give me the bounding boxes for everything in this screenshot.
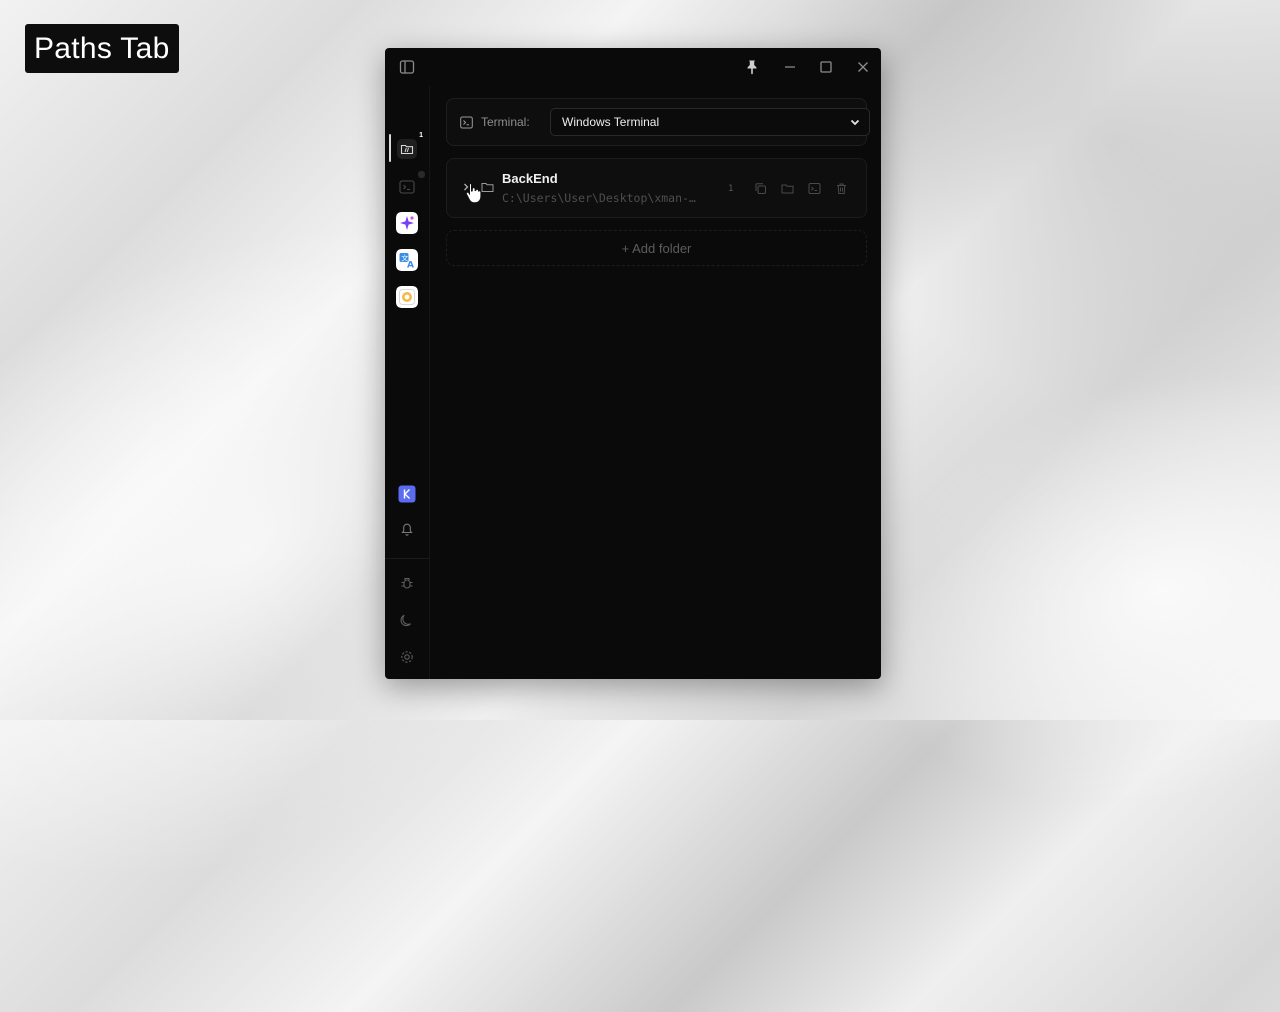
bug-icon xyxy=(401,577,413,589)
video-caption: Paths Tab xyxy=(25,24,179,73)
terminal-label: Terminal: xyxy=(481,115,530,129)
terminal-prompt-icon xyxy=(460,116,473,129)
folder-item[interactable]: BackEnd C:\Users\User\Desktop\xman-… 1 xyxy=(446,158,867,218)
folder-icon xyxy=(481,181,494,193)
rail-item-settings[interactable] xyxy=(396,646,418,668)
active-indicator xyxy=(389,134,391,162)
moon-icon xyxy=(400,614,411,627)
open-folder-icon[interactable] xyxy=(781,182,794,195)
terminal-selected-value: Windows Terminal xyxy=(562,115,660,129)
rail-item-terminal[interactable] xyxy=(396,171,425,198)
rail-item-translate-app[interactable]: 文 A xyxy=(396,249,418,271)
terminal-icon xyxy=(399,180,415,194)
terminal-selector-box: Terminal: Windows Terminal xyxy=(446,98,870,146)
chevron-down-icon xyxy=(849,116,861,128)
copy-icon[interactable] xyxy=(754,182,767,195)
svg-text:A: A xyxy=(407,261,414,271)
folder-path: C:\Users\User\Desktop\xman-… xyxy=(502,191,696,205)
paths-panel: Terminal: Windows Terminal BackEnd C:\Us… xyxy=(430,86,881,679)
rail-item-notifications[interactable] xyxy=(396,518,418,540)
k-app-icon xyxy=(398,485,416,503)
paths-icon xyxy=(397,139,417,159)
rail-item-image-app[interactable] xyxy=(396,286,418,308)
close-icon[interactable] xyxy=(854,58,872,76)
hand-cursor-icon xyxy=(464,181,482,203)
image-app-icon xyxy=(396,286,418,308)
maximize-icon[interactable] xyxy=(817,58,835,76)
folder-count-badge: 1 xyxy=(728,184,734,194)
pin-icon[interactable] xyxy=(743,58,761,76)
app-window: 1 文 A Terminal: Windows Terminal BackEnd… xyxy=(385,48,881,679)
terminal-badge xyxy=(418,171,425,178)
title-bar xyxy=(385,48,881,86)
add-folder-label: + Add folder xyxy=(621,241,692,256)
rail-item-debug[interactable] xyxy=(396,572,418,594)
sidebar-rail: 1 文 A xyxy=(385,86,430,679)
minimize-icon[interactable] xyxy=(781,58,799,76)
add-folder-button[interactable]: + Add folder xyxy=(446,230,867,266)
rail-item-k-app[interactable] xyxy=(396,483,418,505)
open-terminal-icon[interactable] xyxy=(808,182,821,195)
rail-divider xyxy=(385,558,429,559)
gear-icon xyxy=(401,651,413,663)
rail-item-paths[interactable]: 1 xyxy=(396,132,423,160)
sidebar-toggle-icon[interactable] xyxy=(398,58,416,76)
translate-app-icon: 文 A xyxy=(396,249,418,271)
trash-icon[interactable] xyxy=(835,182,848,195)
ai-app-icon xyxy=(396,212,418,234)
rail-item-theme[interactable] xyxy=(396,609,418,631)
rail-item-ai-app[interactable] xyxy=(396,212,418,234)
bell-icon xyxy=(401,523,413,536)
terminal-dropdown[interactable]: Windows Terminal xyxy=(550,108,870,136)
folder-name: BackEnd xyxy=(502,171,558,186)
paths-badge: 1 xyxy=(419,132,423,139)
